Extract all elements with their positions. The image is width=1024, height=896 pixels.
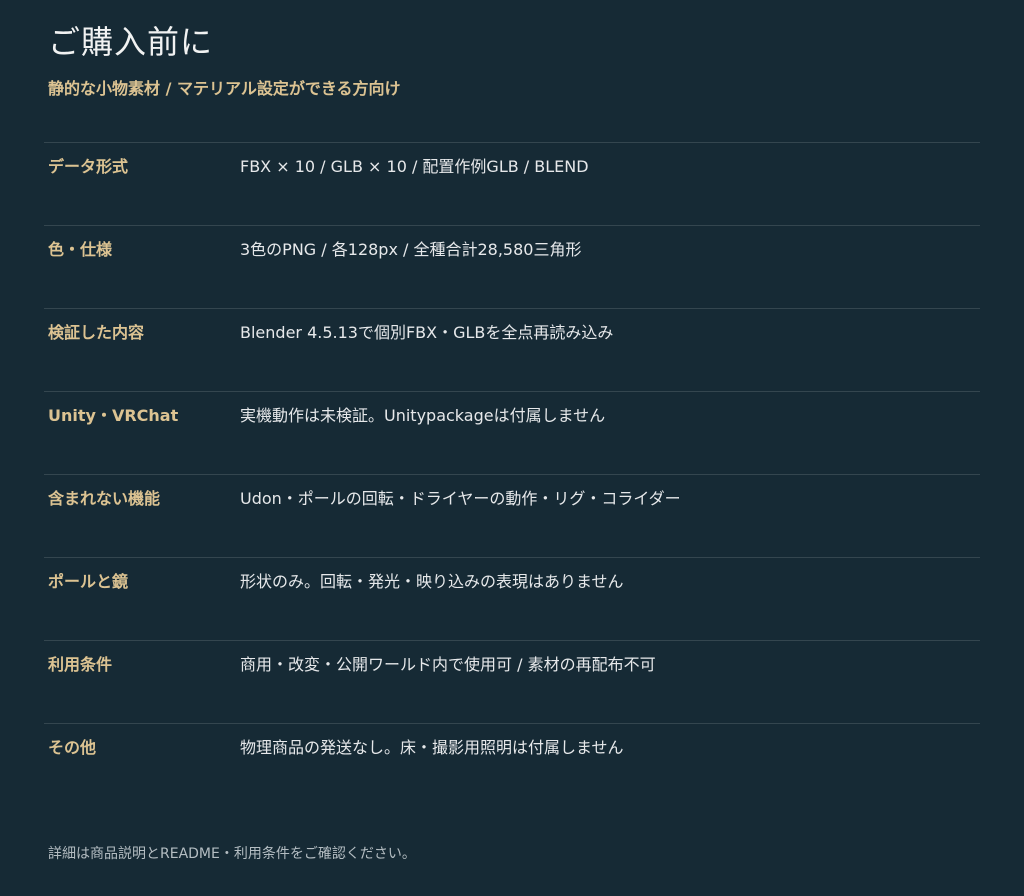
spec-label: Unity・VRChat	[48, 406, 179, 425]
spec-row-terms: 利用条件 商用・改変・公開ワールド内で使用可 / 素材の再配布不可	[44, 641, 980, 724]
spec-label: ポールと鏡	[48, 572, 129, 591]
spec-label: データ形式	[48, 157, 129, 176]
spec-row-unity-vrchat: Unity・VRChat 実機動作は未検証。Unitypackageは付属しませ…	[44, 392, 980, 475]
purchase-notice-page: ご購入前に 静的な小物素材 / マテリアル設定ができる方向け データ形式 FBX…	[0, 0, 1024, 896]
spec-row-pole-mirror: ポールと鏡 形状のみ。回転・発光・映り込みの表現はありません	[44, 558, 980, 641]
spec-value: Udon・ポールの回転・ドライヤーの動作・リグ・コライダー	[240, 489, 681, 508]
spec-label: 色・仕様	[48, 240, 113, 259]
page-title: ご購入前に	[48, 23, 214, 61]
spec-value: 3色のPNG / 各128px / 全種合計28,580三角形	[240, 240, 582, 259]
spec-row-color-spec: 色・仕様 3色のPNG / 各128px / 全種合計28,580三角形	[44, 226, 980, 309]
spec-row-other: その他 物理商品の発送なし。床・撮影用照明は付属しません	[44, 724, 980, 806]
spec-label: その他	[48, 738, 97, 757]
page-subtitle: 静的な小物素材 / マテリアル設定ができる方向け	[48, 79, 401, 98]
spec-value: FBX × 10 / GLB × 10 / 配置作例GLB / BLEND	[240, 157, 589, 176]
spec-value: 物理商品の発送なし。床・撮影用照明は付属しません	[240, 738, 624, 757]
footer-note: 詳細は商品説明とREADME・利用条件をご確認ください。	[48, 846, 416, 862]
spec-label: 含まれない機能	[48, 489, 161, 508]
spec-value: 形状のみ。回転・発光・映り込みの表現はありません	[240, 572, 624, 591]
spec-label: 利用条件	[48, 655, 113, 674]
spec-row-data-format: データ形式 FBX × 10 / GLB × 10 / 配置作例GLB / BL…	[44, 143, 980, 226]
spec-row-verified: 検証した内容 Blender 4.5.13で個別FBX・GLBを全点再読み込み	[44, 309, 980, 392]
spec-label: 検証した内容	[48, 323, 145, 342]
spec-value: 商用・改変・公開ワールド内で使用可 / 素材の再配布不可	[240, 655, 656, 674]
spec-table: データ形式 FBX × 10 / GLB × 10 / 配置作例GLB / BL…	[44, 142, 980, 806]
spec-row-excluded-features: 含まれない機能 Udon・ポールの回転・ドライヤーの動作・リグ・コライダー	[44, 475, 980, 558]
spec-value: 実機動作は未検証。Unitypackageは付属しません	[240, 406, 606, 425]
spec-value: Blender 4.5.13で個別FBX・GLBを全点再読み込み	[240, 323, 614, 342]
